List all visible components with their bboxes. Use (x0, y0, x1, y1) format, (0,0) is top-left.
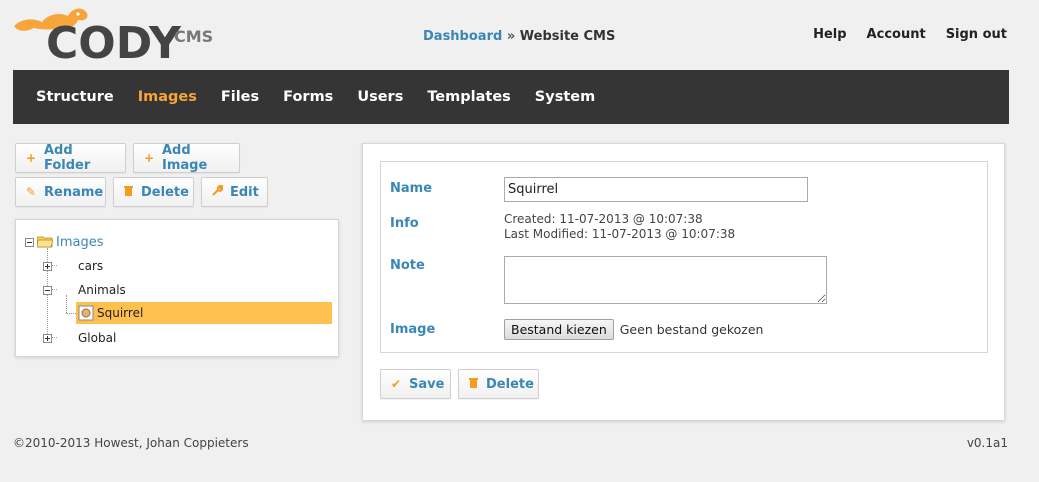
plus-icon: + (26, 151, 37, 165)
collapse-icon[interactable] (43, 285, 52, 295)
rename-button[interactable]: ✎ Rename (15, 177, 106, 207)
nav-forms[interactable]: Forms (283, 89, 333, 105)
trash-icon (469, 377, 478, 391)
breadcrumb: Dashboard » Website CMS (423, 29, 615, 44)
delete-button[interactable]: Delete (458, 369, 539, 399)
folder-open-icon (37, 236, 53, 248)
info-label: Info (390, 216, 419, 231)
file-status-text: Geen bestand gekozen (619, 322, 764, 337)
sign-out-link[interactable]: Sign out (946, 27, 1007, 42)
tree-item-label: Global (78, 331, 117, 345)
expand-icon[interactable] (43, 333, 52, 343)
name-input[interactable] (504, 177, 808, 202)
breadcrumb-separator: » (506, 29, 516, 44)
nav-files[interactable]: Files (221, 89, 259, 105)
plus-icon: + (144, 151, 155, 165)
save-label: Save (409, 376, 445, 392)
logo-cms-suffix: CMS (174, 27, 214, 46)
wrench-icon (212, 184, 224, 199)
name-label: Name (390, 181, 433, 196)
pencil-icon: ✎ (26, 185, 37, 199)
tree-item-label: Animals (78, 283, 126, 297)
modified-text: Last Modified: 11-07-2013 @ 10:07:38 (504, 227, 736, 241)
created-text: Created: 11-07-2013 @ 10:07:38 (504, 212, 703, 226)
choose-file-button[interactable]: Bestand kiezen (504, 319, 614, 340)
account-link[interactable]: Account (867, 27, 926, 42)
nav-templates[interactable]: Templates (427, 89, 510, 105)
image-file-input: Bestand kiezen Geen bestand gekozen (504, 319, 763, 340)
edit-button[interactable]: Edit (201, 177, 268, 207)
main-nav: Structure Images Files Forms Users Templ… (13, 70, 1009, 124)
tree-item-animals[interactable]: Animals (43, 280, 126, 300)
delete-label: Delete (486, 376, 534, 392)
footer-copyright: ©2010-2013 Howest, Johan Coppieters (13, 436, 249, 450)
tree-item-cars[interactable]: cars (43, 256, 103, 276)
nav-structure[interactable]: Structure (36, 89, 114, 105)
nav-images[interactable]: Images (138, 89, 197, 105)
help-link[interactable]: Help (813, 27, 846, 42)
cody-logo[interactable]: CODY CMS (12, 4, 222, 66)
delete-item-label: Delete (141, 184, 189, 200)
image-form: Name Info Created: 11-07-2013 @ 10:07:38… (380, 161, 988, 353)
tree-root-label: Images (56, 234, 104, 250)
image-label: Image (390, 322, 436, 337)
note-label: Note (390, 258, 425, 273)
image-detail-panel: Name Info Created: 11-07-2013 @ 10:07:38… (362, 143, 1005, 421)
expand-icon[interactable] (43, 261, 52, 271)
collapse-icon[interactable] (25, 237, 34, 247)
logo-wordmark: CODY (46, 18, 181, 69)
delete-item-button[interactable]: Delete (113, 177, 194, 207)
footer-version: v0.1a1 (966, 436, 1008, 450)
tree-item-squirrel[interactable]: Squirrel (76, 302, 332, 324)
add-image-button[interactable]: + Add Image (133, 143, 240, 173)
image-file-icon (78, 305, 94, 321)
add-folder-button[interactable]: + Add Folder (15, 143, 126, 173)
edit-label: Edit (230, 184, 259, 200)
tree-item-label: cars (78, 259, 104, 273)
top-links: Help Account Sign out (813, 27, 1007, 42)
nav-system[interactable]: System (535, 89, 595, 105)
tree-item-label: Squirrel (97, 306, 144, 320)
tree-root-images[interactable]: Images (25, 232, 104, 252)
checkmark-icon: ✔ (391, 377, 402, 391)
nav-users[interactable]: Users (357, 89, 403, 105)
rename-label: Rename (44, 184, 104, 200)
tree-item-global[interactable]: Global (43, 328, 116, 348)
add-folder-label: Add Folder (44, 143, 91, 173)
breadcrumb-current: Website CMS (519, 29, 616, 44)
trash-icon (124, 185, 133, 199)
image-tree: Images cars Animals Squirrel Global (15, 219, 339, 357)
breadcrumb-dashboard-link[interactable]: Dashboard (423, 29, 502, 44)
info-text: Created: 11-07-2013 @ 10:07:38 Last Modi… (504, 212, 735, 242)
save-button[interactable]: ✔ Save (380, 369, 451, 399)
note-textarea[interactable] (504, 256, 827, 304)
add-image-label: Add Image (162, 143, 208, 173)
